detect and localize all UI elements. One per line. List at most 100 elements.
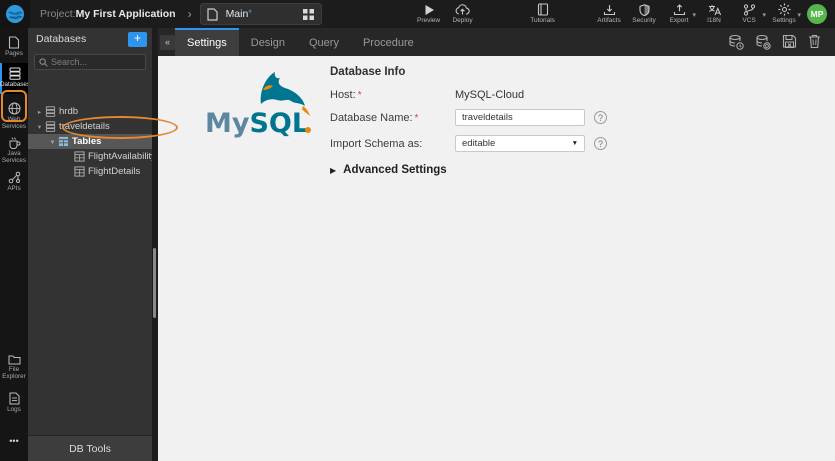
app-logo[interactable] [0,0,30,28]
mysql-logo: MySQL [205,72,311,139]
apis-icon [8,171,20,184]
database-tree: ▸ hrdb ▾ traveldetails ▾ Tables FlightAv… [28,104,156,179]
java-services-coffee-icon [8,137,20,149]
open-page-tab-main[interactable]: Main* [199,3,322,25]
vcs-caret-icon: ▾ [762,12,766,19]
tab-settings[interactable]: Settings [175,28,239,56]
required-mark: * [357,90,362,101]
top-bar: Project:My First Application › Main* Pre… [0,0,835,28]
tree-item-traveldetails[interactable]: ▾ traveldetails [28,119,152,134]
tree-item-label: traveldetails [59,121,110,132]
wavemaker-logo-icon [6,5,24,23]
sidebar-item-web-services[interactable]: Web Services [0,98,28,130]
tree-item-label: FlightDetails [88,166,141,177]
host-row: Host: * MySQL-Cloud [330,89,524,101]
security-shield-icon [638,3,650,16]
add-database-button[interactable]: + [128,31,147,47]
sidebar-item-java-services[interactable]: Java Services [0,132,28,164]
panel-scrollbar-thumb[interactable] [153,248,156,318]
project-label: Project: [40,8,76,20]
settings-button[interactable]: Settings ▾ [769,0,801,28]
import-schema-select[interactable]: editable ▼ [455,135,585,152]
artifacts-download-icon [603,4,615,15]
import-schema-row: Import Schema as: editable ▼ ? [330,135,607,152]
sidebar-item-logs[interactable]: Logs [0,388,28,414]
sidebar-item-databases[interactable]: Databases [0,63,30,94]
preview-button[interactable]: Preview [414,0,444,28]
database-actions-group [728,34,821,50]
tree-item-tables[interactable]: ▾ Tables [28,134,152,149]
export-upload-icon [673,3,685,15]
database-icon [45,121,56,132]
tutorials-button[interactable]: Tutorials [528,0,558,28]
unsaved-indicator: * [248,8,252,18]
file-explorer-folder-icon [8,355,20,365]
svg-text:MySQL: MySQL [205,108,309,139]
collapse-panel-button[interactable]: « [160,34,175,50]
expander-open-icon[interactable]: ▾ [48,138,57,146]
search-input[interactable] [51,57,141,67]
tree-item-label: FlightAvailability [88,151,156,162]
database-name-label: Database Name: * [330,111,419,124]
logs-icon [9,392,19,405]
tab-procedure[interactable]: Procedure [351,28,426,56]
tables-folder-icon [58,136,69,147]
user-avatar[interactable]: MP [807,4,827,24]
tutorials-book-icon [537,3,548,16]
run-actions-group: Preview Deploy [414,0,478,28]
panel-title: Databases [36,33,87,45]
host-value: MySQL-Cloud [455,89,525,101]
update-database-icon[interactable] [728,34,744,50]
form-heading: Database Info [330,66,406,78]
db-tools-button[interactable]: DB Tools [28,435,152,461]
databases-panel: Databases + ▸ hrdb ▾ traveldetail [28,28,178,461]
database-name-help-icon[interactable]: ? [594,111,607,124]
reimport-database-icon[interactable] [755,34,771,50]
tree-item-flightdetails[interactable]: FlightDetails [28,164,152,179]
table-icon [74,151,85,162]
sidebar-more-button[interactable]: ••• [0,432,28,446]
page-file-icon [206,7,218,21]
database-search[interactable] [34,54,146,70]
import-schema-label: Import Schema as: [330,137,423,150]
expander-open-icon[interactable]: ▾ [35,123,44,131]
tree-item-flightavailability[interactable]: FlightAvailability [28,149,156,164]
left-nav-rail: Pages Databases Web Services Java Servic… [0,28,30,461]
table-icon [74,166,85,177]
tree-item-label: Tables [72,136,102,147]
save-database-icon[interactable] [782,34,797,49]
database-name-input[interactable] [455,109,585,126]
artifacts-button[interactable]: Artifacts [594,0,624,28]
select-caret-icon: ▼ [571,140,578,147]
databases-icon [9,67,21,80]
web-services-globe-icon [8,102,20,115]
deploy-button[interactable]: Deploy [448,0,478,28]
deploy-cloud-icon [455,4,470,15]
pages-icon [8,36,20,49]
section-expander-icon: ▶ [330,165,337,175]
required-mark: * [414,112,419,124]
tree-item-hrdb[interactable]: ▸ hrdb [28,104,152,119]
advanced-settings-toggle[interactable]: ▶ Advanced Settings [330,164,447,176]
i18n-button[interactable]: I18N [699,0,729,28]
content-tab-bar: « Settings Design Query Procedure [158,28,835,56]
vcs-button[interactable]: VCS ▾ [734,0,766,28]
vcs-branch-icon [743,4,755,16]
sidebar-item-apis[interactable]: APIs [0,167,28,193]
tab-query[interactable]: Query [297,28,351,56]
dashboard-grid-icon[interactable] [302,8,315,21]
import-schema-help-icon[interactable]: ? [594,137,607,150]
settings-content: MySQL Database Info Host: * MySQL-Cloud D… [158,56,835,461]
security-button[interactable]: Security [629,0,659,28]
tree-item-label: hrdb [59,106,79,117]
main-tab-label: Main* [225,8,252,20]
expander-collapsed-icon[interactable]: ▸ [35,108,44,116]
preview-play-icon [425,4,434,15]
tab-design[interactable]: Design [239,28,297,56]
selected-option: editable [462,138,496,149]
export-button[interactable]: Export ▾ [664,0,696,28]
sidebar-item-pages[interactable]: Pages [0,32,28,58]
sidebar-item-file-explorer[interactable]: File Explorer [0,350,28,380]
delete-database-icon[interactable] [808,34,821,49]
databases-panel-header: Databases + [28,28,152,50]
